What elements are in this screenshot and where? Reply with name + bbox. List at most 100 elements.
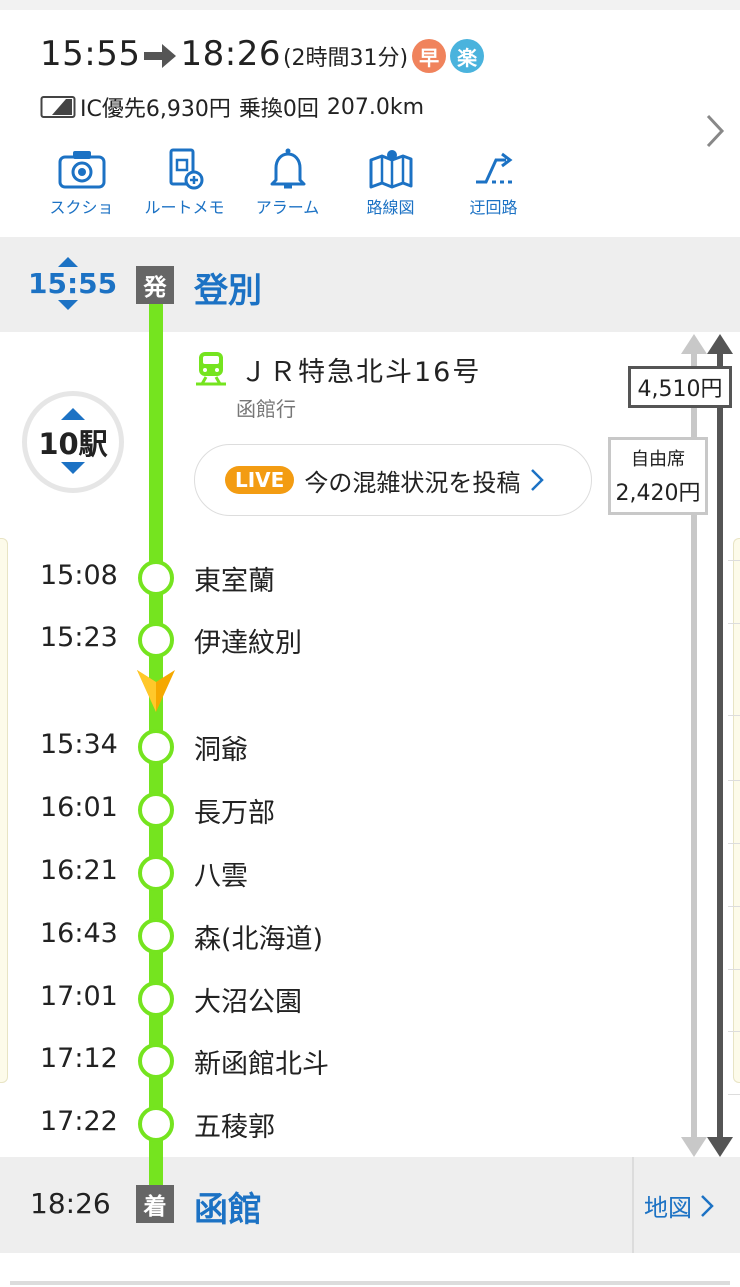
divider-tick <box>728 1094 740 1095</box>
base-fare-bar <box>717 340 723 1148</box>
stop-time: 16:43 <box>40 918 118 949</box>
time-down-icon[interactable] <box>58 300 78 310</box>
duration: (2時間31分) <box>282 46 409 71</box>
stop-dot-icon <box>138 981 174 1017</box>
route-memo-icon <box>169 148 203 190</box>
divider-tick <box>728 780 740 781</box>
seat-fare-box: 自由席 2,420円 <box>608 437 708 515</box>
time-up-icon[interactable] <box>58 257 78 267</box>
easy-badge: 楽 <box>450 39 485 73</box>
stop-time: 16:21 <box>40 855 118 886</box>
stop-time: 16:01 <box>40 792 118 823</box>
chevron-right-icon <box>531 469 545 491</box>
arrival-station[interactable]: 函館 <box>194 1182 262 1231</box>
divider-tick <box>728 715 740 716</box>
arrow-up-icon <box>707 334 733 354</box>
screenshot-label: スクショ <box>49 198 114 217</box>
stop-row[interactable]: 17:22 五稜郭 <box>0 1094 690 1154</box>
route-map-button[interactable]: 路線図 <box>339 146 442 218</box>
train-icon <box>196 352 226 386</box>
arrive-time: 18:26 <box>180 34 281 74</box>
distance: 207.0km <box>326 94 424 120</box>
divider-tick <box>728 623 740 624</box>
stop-name: 五稜郭 <box>194 1112 275 1143</box>
stop-dot-icon <box>138 560 174 596</box>
train-name[interactable]: ＪＲ特急北斗16号 <box>240 350 481 389</box>
top-divider <box>0 0 740 10</box>
alarm-button[interactable]: アラーム <box>236 146 339 218</box>
stop-row[interactable]: 15:34 洞爺 <box>0 717 690 777</box>
arrow-down-icon <box>707 1137 733 1157</box>
detour-icon <box>475 152 512 184</box>
stop-name: 東室蘭 <box>194 566 275 597</box>
stop-row[interactable]: 16:43 森(北海道) <box>0 906 690 966</box>
stop-count-toggle[interactable]: 10駅 <box>22 391 124 493</box>
chevron-right-icon[interactable] <box>704 112 726 150</box>
bottom-divider <box>10 1281 730 1285</box>
fast-badge: 早 <box>412 39 447 73</box>
route-memo-button[interactable]: ルートメモ <box>133 146 236 218</box>
stop-name: 新函館北斗 <box>194 1049 329 1080</box>
stop-row[interactable]: 15:23 伊達紋別 <box>0 610 690 670</box>
stop-time: 15:34 <box>40 729 118 760</box>
fare-summary: IC優先6,930円 乗換0回 207.0km <box>40 90 432 124</box>
divider-tick <box>728 906 740 907</box>
stop-dot-icon <box>138 1106 174 1142</box>
map-icon <box>369 150 412 189</box>
map-link[interactable]: 地図 <box>644 1188 714 1223</box>
stop-dot-icon <box>138 855 174 891</box>
base-fare: 4,510円 <box>628 366 732 408</box>
route-map-label: 路線図 <box>366 198 415 217</box>
stop-count: 10駅 <box>38 427 108 461</box>
camera-icon <box>58 151 105 189</box>
fare-total: IC優先6,930円 <box>80 97 231 122</box>
depart-time: 15:55 <box>40 34 141 74</box>
map-divider <box>632 1157 634 1253</box>
detour-button[interactable]: 迂回路 <box>442 146 545 218</box>
bell-icon <box>270 148 305 189</box>
stop-time: 15:08 <box>40 560 118 591</box>
stop-dot-icon <box>138 792 174 828</box>
map-label: 地図 <box>644 1194 692 1222</box>
stop-row[interactable]: 16:01 長万部 <box>0 780 690 840</box>
screenshot-button[interactable]: スクショ <box>30 146 133 218</box>
divider-tick <box>728 843 740 844</box>
stop-dot-icon <box>138 729 174 765</box>
stop-time: 15:23 <box>40 622 118 653</box>
stop-row[interactable]: 16:21 八雲 <box>0 843 690 903</box>
stop-time: 17:01 <box>40 981 118 1012</box>
stop-row[interactable]: 15:08 東室蘭 <box>0 548 690 608</box>
seat-type: 自由席 <box>631 449 685 470</box>
train-destination: 函館行 <box>236 397 296 421</box>
stop-row[interactable]: 17:01 大沼公園 <box>0 969 690 1029</box>
stop-name: 大沼公園 <box>194 987 302 1018</box>
collapse-up-icon <box>61 408 85 420</box>
stop-row[interactable]: 17:12 新函館北斗 <box>0 1031 690 1091</box>
action-toolbar: スクショ ルートメモ アラーム 路線図 迂回路 <box>30 146 545 218</box>
divider-tick <box>728 969 740 970</box>
stop-dot-icon <box>138 622 174 658</box>
stop-name: 洞爺 <box>194 735 248 766</box>
departure-mark: 発 <box>136 266 174 304</box>
stop-dot-icon <box>138 1043 174 1079</box>
route-line-end <box>149 1150 163 1190</box>
divider-tick <box>728 1031 740 1032</box>
departure-station[interactable]: 登別 <box>194 263 262 312</box>
arrival-row[interactable] <box>0 1157 740 1253</box>
stop-name: 伊達紋別 <box>194 628 302 659</box>
alarm-label: アラーム <box>255 198 320 217</box>
live-congestion-button[interactable]: LIVE 今の混雑状況を投稿 <box>194 444 592 516</box>
stop-time: 17:22 <box>40 1106 118 1137</box>
departure-time[interactable]: 15:55 <box>28 267 117 300</box>
arrival-time: 18:26 <box>30 1187 111 1220</box>
right-arrow-icon <box>144 44 177 68</box>
detour-label: 迂回路 <box>469 198 518 217</box>
stop-name: 森(北海道) <box>194 924 324 955</box>
right-page-edge <box>733 538 740 1083</box>
divider-tick <box>728 560 740 561</box>
live-text: 今の混雑状況を投稿 <box>304 468 521 497</box>
stop-time: 17:12 <box>40 1043 118 1074</box>
stop-name: 長万部 <box>194 798 275 829</box>
stop-dot-icon <box>138 918 174 954</box>
arrival-mark: 着 <box>136 1185 174 1223</box>
